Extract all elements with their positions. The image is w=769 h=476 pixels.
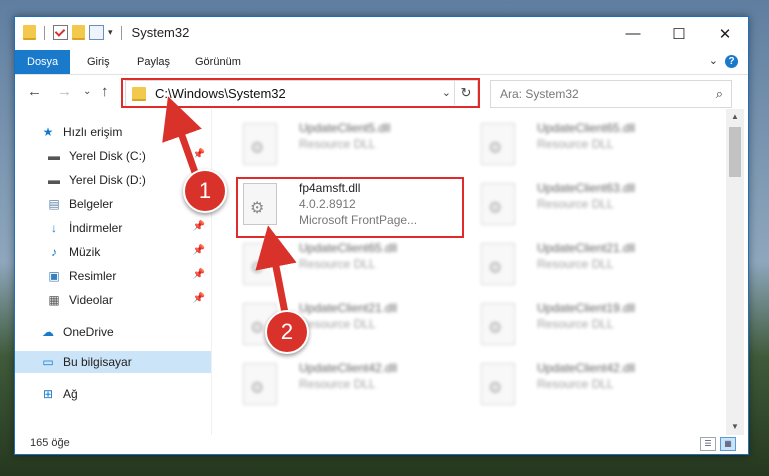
arrow-1: [162, 96, 202, 180]
annotation-arrows: [162, 96, 297, 324]
step-2-badge: 2: [265, 310, 309, 354]
step-1-badge: 1: [183, 169, 227, 213]
